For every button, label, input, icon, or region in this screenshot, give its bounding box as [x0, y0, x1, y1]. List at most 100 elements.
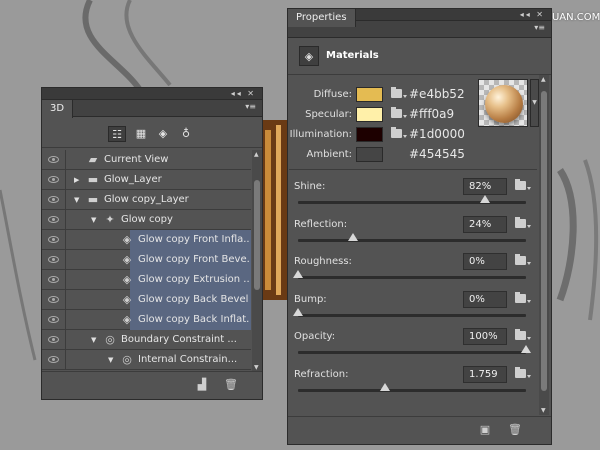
material-picker-dropdown-icon[interactable]: ▼ — [530, 79, 539, 127]
scroll-up-icon[interactable]: ▲ — [254, 151, 259, 158]
panel-menu-icon[interactable]: ▾≡ — [534, 23, 545, 32]
visibility-toggle[interactable] — [42, 330, 66, 350]
tab-properties[interactable]: Properties — [288, 9, 356, 27]
layer-row-body[interactable]: ◈ Glow copy Front Beve... — [123, 250, 251, 270]
scroll-down-icon[interactable]: ▼ — [541, 407, 546, 414]
slider-value-field[interactable]: 1.759 — [463, 365, 507, 383]
slider-track[interactable] — [293, 307, 526, 317]
visibility-toggle[interactable] — [42, 350, 66, 370]
tab-3d[interactable]: 3D — [42, 100, 74, 118]
layer-row-body[interactable]: ▶ ▬ Glow_Layer — [67, 170, 251, 190]
layer-row-body[interactable]: ▼ ◎ Boundary Constraint ... — [67, 330, 251, 350]
expand-triangle-icon[interactable]: ▼ — [91, 336, 99, 344]
visibility-toggle[interactable] — [42, 170, 66, 190]
slider-thumb[interactable] — [293, 270, 303, 278]
panel-menu-icon[interactable]: ▾≡ — [245, 102, 256, 111]
layer-list-scrollbar[interactable]: ▲ ▼ — [252, 150, 262, 372]
layer-row[interactable]: ▼ ✦ Glow copy — [42, 210, 251, 230]
slider-track[interactable] — [298, 195, 526, 204]
panel-3d-titlebar[interactable]: ◂◂ ✕ — [42, 88, 262, 100]
layer-row-body[interactable]: ▼ ✦ Glow copy — [67, 210, 251, 230]
visibility-toggle[interactable] — [42, 290, 66, 310]
texture-folder-icon[interactable] — [515, 216, 531, 228]
layer-row-body[interactable]: ◈ Glow copy Extrusion ... — [123, 270, 251, 290]
texture-folder-icon[interactable] — [515, 329, 531, 340]
slider-track[interactable] — [298, 232, 526, 242]
slider-value-field[interactable]: 82% — [463, 178, 507, 195]
trash-icon[interactable]: 🗑 — [224, 378, 238, 392]
visibility-toggle[interactable] — [42, 150, 66, 170]
layer-row[interactable]: ◈ Glow copy Extrusion ... — [42, 270, 251, 290]
color-row: Diffuse: #e4bb52 — [288, 85, 478, 105]
meshes-filter-icon[interactable]: ▦ — [132, 126, 150, 142]
scrollbar-thumb[interactable] — [254, 180, 260, 290]
texture-folder-icon[interactable] — [391, 87, 407, 98]
texture-folder-icon[interactable] — [515, 291, 531, 303]
collapse-close-icons[interactable]: ◂◂ ✕ — [231, 89, 256, 98]
property-slider: Opacity: 100% — [288, 328, 538, 366]
layer-row[interactable]: ◈ Glow copy Front Beve... — [42, 250, 251, 270]
collapse-close-icons[interactable]: ◂◂ ✕ — [520, 10, 545, 19]
layer-row[interactable]: ◈ Glow copy Front Infla... — [42, 230, 251, 250]
layer-row-body[interactable]: ◈ Glow copy Back Inflat... — [123, 310, 251, 330]
texture-folder-icon[interactable] — [515, 254, 531, 265]
visibility-toggle[interactable] — [42, 210, 66, 230]
expand-triangle-icon[interactable]: ▼ — [108, 356, 116, 364]
texture-folder-icon[interactable] — [515, 366, 531, 378]
layer-row[interactable]: ▶ ▬ Glow_Layer — [42, 170, 251, 190]
slider-value-field[interactable]: 0% — [463, 253, 507, 270]
expand-triangle-icon[interactable]: ▼ — [74, 196, 82, 204]
visibility-toggle[interactable] — [42, 230, 66, 250]
scroll-down-icon[interactable]: ▼ — [254, 364, 259, 371]
texture-folder-icon[interactable] — [515, 179, 531, 190]
slider-value-field[interactable]: 100% — [463, 328, 507, 345]
layer-row-body[interactable]: ▼ ▬ Glow copy_Layer — [67, 190, 251, 210]
lights-filter-icon[interactable]: ♁ — [177, 126, 195, 142]
slider-label: Roughness: — [294, 256, 352, 267]
trash-icon[interactable]: 🗑 — [508, 423, 522, 437]
add-new-icon[interactable]: ▟ — [195, 378, 209, 392]
layer-row[interactable]: ◈ Glow copy Back Inflat... — [42, 310, 251, 330]
layer-row[interactable]: ▼ ▬ Glow copy_Layer — [42, 190, 251, 210]
color-swatch[interactable] — [356, 107, 383, 122]
slider-thumb[interactable] — [293, 307, 303, 316]
color-hex-value: #1d0000 — [409, 127, 465, 141]
render-icon[interactable]: ▣ — [478, 423, 492, 437]
color-swatch[interactable] — [356, 87, 383, 102]
scrollbar-thumb[interactable] — [541, 91, 547, 391]
layer-row-body[interactable]: ◈ Glow copy Back Bevel... — [123, 290, 251, 310]
slider-thumb[interactable] — [379, 382, 390, 391]
visibility-toggle[interactable] — [42, 270, 66, 290]
slider-thumb[interactable] — [521, 345, 531, 353]
slider-track[interactable] — [293, 270, 526, 279]
properties-scrollbar[interactable]: ▲ ▼ — [539, 75, 549, 415]
slider-thumb[interactable] — [479, 195, 490, 203]
collapse-triangle-icon[interactable]: ▶ — [74, 176, 82, 184]
visibility-toggle[interactable] — [42, 250, 66, 270]
layer-row-body[interactable]: ▼ ◎ Internal Constrain... — [67, 350, 251, 370]
texture-folder-icon[interactable] — [391, 107, 407, 118]
slider-thumb[interactable] — [347, 232, 358, 241]
layer-row-body[interactable]: ◈ Glow copy Front Infla... — [123, 230, 251, 250]
color-swatch[interactable] — [356, 147, 383, 162]
scroll-up-icon[interactable]: ▲ — [541, 76, 546, 83]
material-preview-swatch[interactable] — [478, 79, 528, 127]
visibility-toggle[interactable] — [42, 310, 66, 330]
texture-folder-icon[interactable] — [391, 127, 407, 138]
slider-value-field[interactable]: 0% — [463, 290, 507, 308]
slider-track[interactable] — [298, 382, 526, 392]
slider-value-field[interactable]: 24% — [463, 215, 507, 233]
layer-row[interactable]: ▼ ◎ Internal Constrain... — [42, 350, 251, 370]
materials-filter-icon[interactable]: ◈ — [154, 126, 172, 142]
layer-row[interactable]: ▼ ◎ Boundary Constraint ... — [42, 330, 251, 350]
color-swatch[interactable] — [356, 127, 383, 142]
layer-row[interactable]: ◈ Glow copy Back Bevel... — [42, 290, 251, 310]
expand-triangle-icon[interactable]: ▼ — [91, 216, 99, 224]
visibility-toggle[interactable] — [42, 190, 66, 210]
slider-label: Opacity: — [294, 331, 336, 342]
panel-properties-tabbar: Properties ▾≡ — [288, 9, 551, 38]
layer-row-body[interactable]: ▰ Current View — [67, 150, 251, 170]
slider-track[interactable] — [298, 345, 531, 354]
layer-row[interactable]: ▰ Current View — [42, 150, 251, 170]
whole-scene-filter-icon[interactable]: ☷ — [108, 126, 126, 142]
